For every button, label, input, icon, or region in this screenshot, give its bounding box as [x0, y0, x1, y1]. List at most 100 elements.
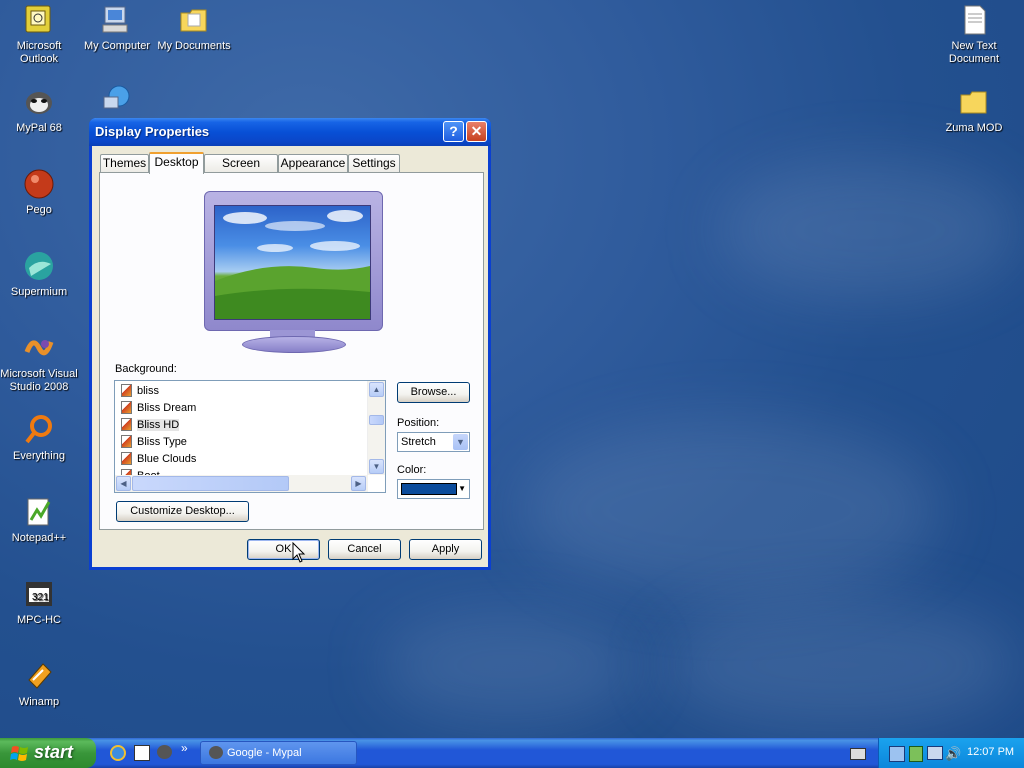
- arrow-down-icon: ▼: [372, 462, 381, 471]
- desktop-icon-my-computer[interactable]: My Computer: [78, 4, 156, 53]
- volume-icon[interactable]: 🔊: [945, 746, 961, 762]
- desktop-icon-label: Microsoft Visual Studio 2008: [0, 368, 78, 393]
- vertical-scroll-thumb[interactable]: [369, 415, 384, 425]
- keyboard-icon[interactable]: [850, 748, 866, 760]
- mypal-raccoon-icon: [209, 746, 223, 759]
- network-icon: [101, 82, 133, 114]
- taskbar-task-mypal[interactable]: Google - Mypal: [200, 741, 357, 765]
- desktop-icon-mypal[interactable]: MyPal 68: [0, 86, 78, 135]
- cancel-button[interactable]: Cancel: [328, 539, 401, 560]
- color-label: Color:: [397, 464, 427, 476]
- desktop-icon-network[interactable]: [78, 82, 156, 118]
- notepadpp-icon: [23, 496, 55, 528]
- color-swatch: [401, 483, 457, 495]
- position-select[interactable]: Stretch ▼: [397, 432, 470, 452]
- tab-settings[interactable]: Settings: [348, 154, 400, 172]
- display-tray-icon[interactable]: [927, 746, 943, 760]
- quick-launch-expand-icon[interactable]: »: [181, 741, 188, 755]
- desktop-icon-label: Supermium: [10, 286, 68, 298]
- scroll-up-button[interactable]: ▲: [369, 382, 384, 397]
- desktop-icon-notepadpp[interactable]: Notepad++: [0, 496, 78, 545]
- ok-button[interactable]: OK: [247, 539, 320, 560]
- question-mark-icon: ?: [449, 123, 458, 139]
- image-file-icon: [121, 401, 132, 414]
- color-picker-button[interactable]: ▼: [397, 479, 470, 499]
- windows-logo-icon: [10, 746, 28, 761]
- desktop-icon-everything[interactable]: Everything: [0, 414, 78, 463]
- tab-appearance[interactable]: Appearance: [278, 154, 348, 172]
- desktop-icon-label: Everything: [13, 450, 65, 462]
- desktop-icon-label: New Text Document: [948, 40, 1000, 65]
- desktop-icon-label: Microsoft Outlook: [16, 40, 62, 65]
- desktop-icon-label: My Computer: [83, 40, 151, 52]
- arrow-up-icon: ▲: [372, 385, 381, 394]
- position-value: Stretch: [401, 436, 436, 448]
- list-item[interactable]: Bliss Type: [121, 434, 187, 451]
- image-file-icon: [121, 452, 132, 465]
- close-button[interactable]: ✕: [466, 121, 487, 142]
- desktop-icon-label: Pego: [26, 204, 52, 216]
- scroll-right-button[interactable]: ▶: [351, 476, 366, 491]
- image-file-icon: [121, 418, 132, 431]
- text-document-icon: [958, 4, 990, 36]
- arrow-right-icon: ▶: [355, 479, 362, 488]
- tab-desktop[interactable]: Desktop: [149, 152, 204, 174]
- start-label: start: [34, 742, 74, 762]
- desktop-icon-label: My Documents: [157, 40, 231, 52]
- list-item[interactable]: Bliss Dream: [121, 400, 196, 417]
- desktop-icon-my-documents[interactable]: My Documents: [155, 4, 233, 53]
- pego-icon: [23, 168, 55, 200]
- apply-button[interactable]: Apply: [409, 539, 482, 560]
- desktop-icon-outlook[interactable]: Microsoft Outlook: [0, 4, 78, 66]
- browse-button[interactable]: Browse...: [397, 382, 470, 403]
- arrow-left-icon: ◀: [120, 479, 127, 488]
- monitor-preview: [204, 191, 383, 331]
- mypal-raccoon-icon: [23, 86, 55, 118]
- vertical-scrollbar[interactable]: ▲ ▼: [367, 381, 385, 475]
- list-item-selected[interactable]: Bliss HD: [121, 417, 180, 434]
- background-label: Background:: [115, 363, 177, 375]
- list-item[interactable]: bliss: [121, 383, 159, 400]
- desktop-icon-label: MPC-HC: [17, 614, 61, 626]
- desktop-icon-supermium[interactable]: Supermium: [0, 250, 78, 299]
- cloud: [520, 420, 940, 600]
- outlook-icon: [23, 4, 55, 36]
- desktop-tab-panel: Background: bliss Bliss Dream Bliss HD B…: [99, 172, 484, 530]
- image-file-icon: [121, 435, 132, 448]
- title-bar[interactable]: Display Properties ? ✕: [89, 118, 491, 146]
- help-button[interactable]: ?: [443, 121, 464, 142]
- mouse-cursor-icon: [292, 542, 306, 563]
- visual-studio-icon: [23, 332, 55, 364]
- desktop-icon-winamp[interactable]: Winamp: [0, 660, 78, 709]
- scroll-left-button[interactable]: ◀: [116, 476, 131, 491]
- network-tray-icon[interactable]: [889, 746, 905, 762]
- list-item[interactable]: Blue Clouds: [121, 451, 196, 468]
- desktop-icon-label: MyPal 68: [16, 122, 62, 134]
- customize-desktop-button[interactable]: Customize Desktop...: [116, 501, 249, 522]
- quick-launch-ie-icon[interactable]: [110, 745, 126, 761]
- mpc-hc-icon: 321: [23, 578, 55, 610]
- desktop-icon-label: Winamp: [18, 696, 60, 708]
- horizontal-scrollbar[interactable]: ◀ ▶: [115, 475, 368, 492]
- scroll-down-button[interactable]: ▼: [369, 459, 384, 474]
- desktop-icon-visual-studio[interactable]: Microsoft Visual Studio 2008: [0, 332, 78, 394]
- position-label: Position:: [397, 417, 440, 429]
- background-list[interactable]: bliss Bliss Dream Bliss HD Bliss Type Bl…: [114, 380, 386, 493]
- wallpaper-preview: [214, 205, 371, 320]
- bliss-preview-image: [215, 210, 370, 319]
- desktop-icon-new-text-document[interactable]: New Text Document: [935, 4, 1013, 66]
- start-button[interactable]: start: [0, 738, 96, 768]
- computer-icon: [101, 4, 133, 36]
- desktop-icon-mpc-hc[interactable]: 321 MPC-HC: [0, 578, 78, 627]
- quick-launch-mypal-icon[interactable]: [157, 745, 172, 759]
- cloud: [380, 610, 640, 720]
- tab-themes[interactable]: Themes: [100, 154, 149, 172]
- tab-screen-saver[interactable]: Screen Saver: [204, 154, 278, 186]
- desktop-icon-pego[interactable]: Pego: [0, 168, 78, 217]
- everything-search-icon: [23, 414, 55, 446]
- safely-remove-tray-icon[interactable]: [909, 746, 923, 762]
- horizontal-scroll-thumb[interactable]: [132, 476, 289, 491]
- folder-icon: [178, 4, 210, 36]
- desktop-icon-zuma-mod[interactable]: Zuma MOD: [935, 86, 1013, 135]
- quick-launch-media-icon[interactable]: [134, 745, 150, 761]
